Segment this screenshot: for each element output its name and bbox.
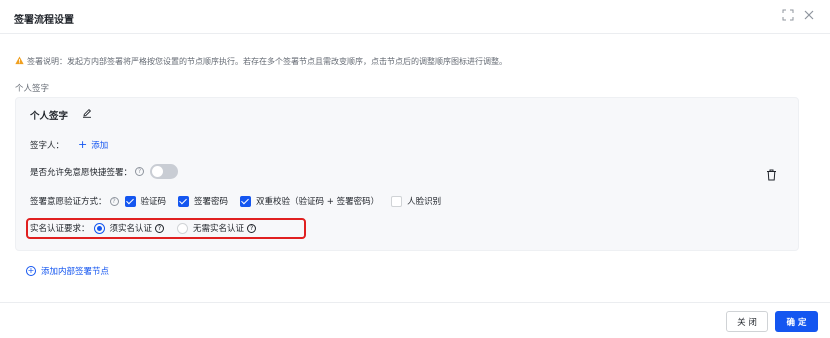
verify-option-label: 验证码	[140, 197, 167, 207]
realname-row: 实名认证要求： 须实名认证? 无需实名认证?	[30, 222, 271, 234]
verify-option-password[interactable]: 签署密码	[178, 195, 228, 207]
help-icon[interactable]: ?	[155, 223, 165, 233]
dialog-title: 签署流程设置	[14, 15, 74, 26]
add-signer-button[interactable]: + 添加	[78, 138, 108, 151]
node-title: 个人签字	[30, 111, 69, 122]
quick-sign-row: 是否允许免意愿快捷签署： ?	[30, 164, 179, 179]
dialog-header: 签署流程设置	[0, 0, 830, 34]
radio-unselected[interactable]	[177, 222, 189, 234]
verify-option-sms[interactable]: 验证码	[124, 195, 167, 207]
verify-option-label: 双重校验（验证码 + 签署密码）	[256, 197, 380, 207]
help-icon[interactable]: ?	[247, 223, 257, 233]
notice-text: 签署说明：发起方内部签署将严格按您设置的节点顺序执行。若存在多个签署节点且需改变…	[27, 57, 507, 66]
verify-option-face[interactable]: 人脸识别	[391, 195, 441, 207]
realname-option-required[interactable]: 须实名认证?	[93, 222, 168, 234]
sign-node-card[interactable]: 个人签字 签字人： + 添加 是否允许免意愿快捷签署： ? 签署意愿验证方式： ?…	[15, 97, 799, 251]
add-node-button[interactable]: + 添加内部签署节点	[26, 265, 109, 277]
edit-icon[interactable]	[82, 108, 92, 118]
realname-option-label: 须实名认证	[109, 224, 153, 234]
toggle-knob	[152, 166, 164, 177]
warning-icon	[15, 56, 24, 65]
checkbox-unchecked[interactable]	[391, 195, 403, 207]
checkbox-checked[interactable]	[124, 195, 136, 207]
plus-circle-icon: +	[26, 266, 36, 276]
checkbox-checked[interactable]	[240, 195, 252, 207]
section-label: 个人签字	[15, 84, 50, 94]
fullscreen-icon[interactable]	[781, 9, 795, 23]
close-icon[interactable]	[802, 9, 816, 23]
verify-row: 签署意愿验证方式： ? 验证码 签署密码 双重校验（验证码 + 签署密码） 人脸…	[30, 195, 453, 207]
realname-label: 实名认证要求：	[30, 224, 90, 234]
checkbox-checked[interactable]	[178, 195, 190, 207]
help-icon[interactable]: ?	[109, 196, 119, 206]
add-node-label: 添加内部签署节点	[41, 267, 110, 277]
quick-sign-toggle[interactable]	[150, 164, 179, 179]
footer-divider	[0, 302, 830, 303]
realname-option-label: 无需实名认证	[193, 224, 245, 234]
realname-option-not-required[interactable]: 无需实名认证?	[177, 222, 259, 234]
verify-option-dual[interactable]: 双重校验（验证码 + 签署密码）	[240, 195, 379, 207]
confirm-button[interactable]: 确 定	[775, 311, 818, 332]
verify-option-label: 人脸识别	[407, 197, 442, 207]
delete-icon[interactable]	[766, 169, 777, 181]
plus-icon: +	[78, 138, 88, 151]
quick-sign-label: 是否允许免意愿快捷签署：	[30, 167, 133, 178]
verify-option-label: 签署密码	[194, 197, 229, 207]
notice-bar: 签署说明：发起方内部签署将严格按您设置的节点顺序执行。若存在多个签署节点且需改变…	[15, 56, 507, 67]
radio-selected[interactable]	[93, 222, 105, 234]
add-signer-label: 添加	[91, 141, 109, 151]
close-button[interactable]: 关 闭	[726, 311, 768, 332]
help-icon[interactable]: ?	[135, 167, 145, 176]
signer-row: 签字人： + 添加	[30, 138, 108, 151]
verify-label: 签署意愿验证方式：	[30, 197, 107, 207]
signer-label: 签字人：	[30, 140, 65, 151]
